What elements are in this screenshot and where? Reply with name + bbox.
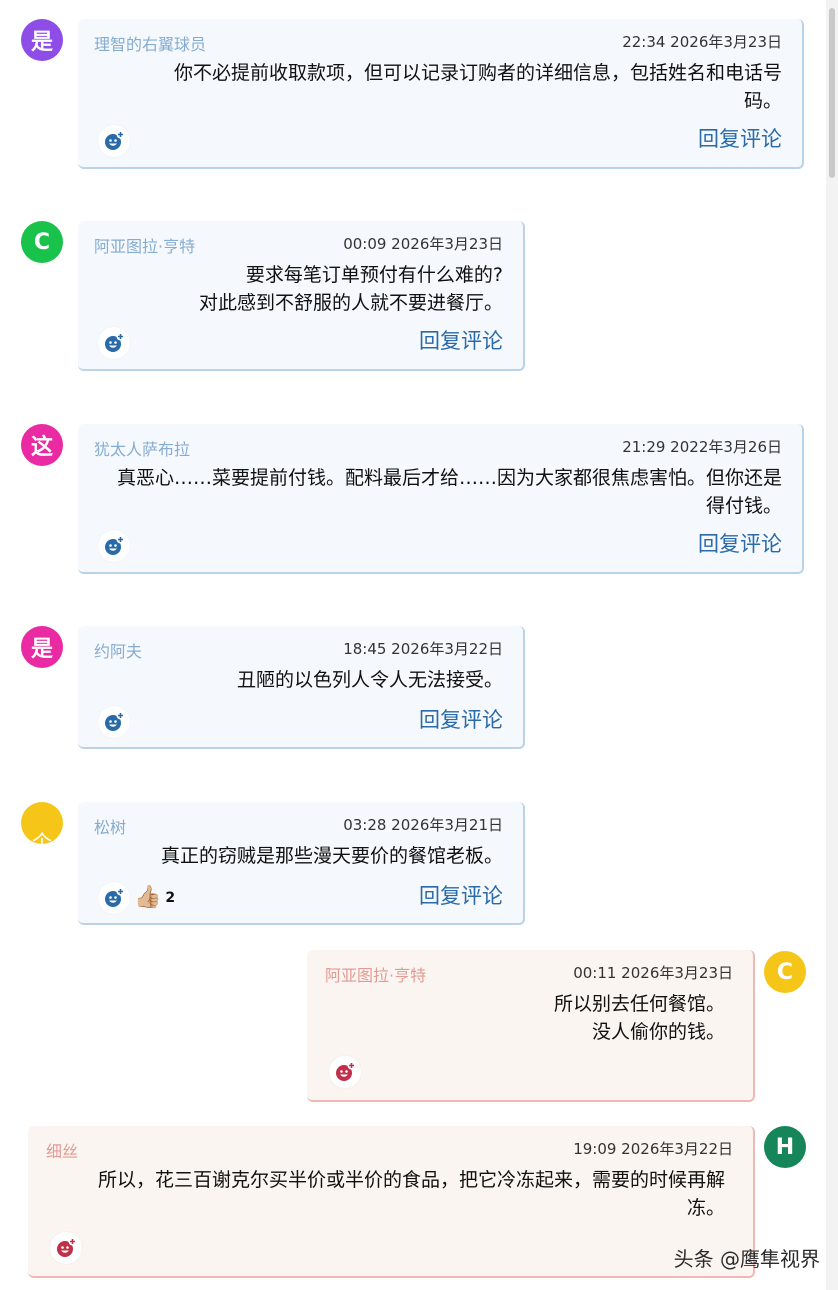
comment-line: 要求每笔订单预付有什么难的? xyxy=(245,264,503,286)
comment-line: 丑陋的以色列人令人无法接受。 xyxy=(236,669,503,691)
comment-line: 对此感到不舒服的人就不要进餐厅。 xyxy=(198,292,503,314)
reaction-thumbs-up[interactable]: 👍🏼 2 xyxy=(134,886,175,910)
smiley-plus-icon xyxy=(105,332,125,352)
reply-button[interactable]: 回复评论 xyxy=(698,123,782,153)
comment-author[interactable]: 约阿夫 xyxy=(94,638,142,662)
comment-text: 你不必提前收取款项，但可以记录订购者的详细信息，包括姓名和电话号 码。 xyxy=(122,59,782,115)
add-reaction-button[interactable] xyxy=(98,882,130,914)
avatar-initial: 是 xyxy=(30,637,53,662)
comment-timestamp: 21:29 2022年3月26日 xyxy=(622,438,782,456)
comment-line: 冻。 xyxy=(686,1197,725,1219)
comment-timestamp: 19:09 2026年3月22日 xyxy=(573,1140,733,1158)
comment-card: 约阿夫 18:45 2026年3月22日 丑陋的以色列人令人无法接受。 回复评论 xyxy=(78,626,525,749)
add-reaction-button[interactable] xyxy=(50,1232,82,1264)
reply-button[interactable]: 回复评论 xyxy=(419,325,503,355)
comment-text: 真正的窃贼是那些漫天要价的餐馆老板。 xyxy=(103,842,503,870)
avatar-initial: 这 xyxy=(30,435,53,460)
reply-card: 阿亚图拉·亨特 00:11 2026年3月23日 所以别去任何餐馆。 没人偷你的… xyxy=(307,950,755,1102)
comment-timestamp: 03:28 2026年3月21日 xyxy=(343,816,503,834)
comment-line: 真恶心……菜要提前付钱。配料最后才给……因为大家都很焦虑害怕。但你还是 xyxy=(116,467,782,489)
avatar-initial: 个 xyxy=(32,830,52,844)
reply-button[interactable]: 回复评论 xyxy=(698,528,782,558)
reply-button[interactable]: 回复评论 xyxy=(419,704,503,734)
comment-card: 犹太人萨布拉 21:29 2022年3月26日 真恶心……菜要提前付钱。配料最后… xyxy=(78,424,804,574)
comment-text: 所以别去任何餐馆。 没人偷你的钱。 xyxy=(325,990,725,1046)
add-reaction-button[interactable] xyxy=(98,125,130,157)
thumbs-up-icon: 👍🏼 xyxy=(134,885,162,910)
avatar-initial: 是 xyxy=(30,30,53,55)
comment-author[interactable]: 理智的右翼球员 xyxy=(94,31,206,55)
smiley-plus-icon xyxy=(57,1237,77,1257)
comment-timestamp: 18:45 2026年3月22日 xyxy=(343,640,503,658)
reaction-count: 2 xyxy=(165,890,176,906)
avatar: C xyxy=(764,951,806,993)
comment-card: 理智的右翼球员 22:34 2026年3月23日 你不必提前收取款项，但可以记录… xyxy=(78,19,804,169)
avatar: 是 xyxy=(21,19,63,61)
comment-card: 阿亚图拉·亨特 00:09 2026年3月23日 要求每笔订单预付有什么难的? … xyxy=(78,221,525,371)
comment-author[interactable]: 细丝 xyxy=(46,1138,78,1162)
comment-line: 得付钱。 xyxy=(705,495,782,517)
comment-line: 码。 xyxy=(743,90,782,112)
add-reaction-button[interactable] xyxy=(98,327,130,359)
comment-line: 所以，花三百谢克尔买半价或半价的食品，把它冷冻起来，需要的时候再解 xyxy=(97,1169,725,1191)
avatar: C xyxy=(21,221,63,263)
avatar-initial: C xyxy=(776,959,794,985)
reply-button[interactable]: 回复评论 xyxy=(419,880,503,910)
avatar: H xyxy=(764,1126,806,1168)
comment-line: 真正的窃贼是那些漫天要价的餐馆老板。 xyxy=(160,845,503,867)
comment-line: 你不必提前收取款项，但可以记录订购者的详细信息，包括姓名和电话号 xyxy=(173,62,782,84)
comment-text: 要求每笔订单预付有什么难的? 对此感到不舒服的人就不要进餐厅。 xyxy=(103,261,503,317)
avatar: 这 xyxy=(21,424,63,466)
smiley-plus-icon xyxy=(336,1061,356,1081)
add-reaction-button[interactable] xyxy=(329,1056,361,1088)
comment-author[interactable]: 松树 xyxy=(94,814,126,838)
avatar: 是 xyxy=(21,626,63,668)
comment-line: 所以别去任何餐馆。 xyxy=(553,993,725,1015)
avatar-initial: H xyxy=(775,1134,795,1160)
comment-text: 所以，花三百谢克尔买半价或半价的食品，把它冷冻起来，需要的时候再解 冻。 xyxy=(45,1166,725,1222)
reply-card: 细丝 19:09 2026年3月22日 所以，花三百谢克尔买半价或半价的食品，把… xyxy=(28,1126,755,1278)
comment-author[interactable]: 犹太人萨布拉 xyxy=(94,436,190,460)
comment-card: 松树 03:28 2026年3月21日 真正的窃贼是那些漫天要价的餐馆老板。 👍… xyxy=(78,802,525,925)
comment-text: 真恶心……菜要提前付钱。配料最后才给……因为大家都很焦虑害怕。但你还是 得付钱。 xyxy=(92,464,782,520)
comment-timestamp: 22:34 2026年3月23日 xyxy=(622,33,782,51)
comment-line: 没人偷你的钱。 xyxy=(591,1021,725,1043)
watermark: 头条 @鹰隼视界 xyxy=(673,1247,820,1271)
avatar-initial: C xyxy=(33,229,51,255)
avatar: 个 xyxy=(21,802,63,844)
smiley-plus-icon xyxy=(105,535,125,555)
add-reaction-button[interactable] xyxy=(98,530,130,562)
comment-author[interactable]: 阿亚图拉·亨特 xyxy=(325,962,426,986)
smiley-plus-icon xyxy=(105,887,125,907)
scrollbar-thumb[interactable] xyxy=(829,8,835,178)
add-reaction-button[interactable] xyxy=(98,706,130,738)
scrollbar[interactable] xyxy=(826,0,838,1290)
comment-author[interactable]: 阿亚图拉·亨特 xyxy=(94,233,195,257)
comment-text: 丑陋的以色列人令人无法接受。 xyxy=(103,666,503,694)
smiley-plus-icon xyxy=(105,711,125,731)
smiley-plus-icon xyxy=(105,130,125,150)
comment-timestamp: 00:11 2026年3月23日 xyxy=(573,964,733,982)
comment-timestamp: 00:09 2026年3月23日 xyxy=(343,235,503,253)
